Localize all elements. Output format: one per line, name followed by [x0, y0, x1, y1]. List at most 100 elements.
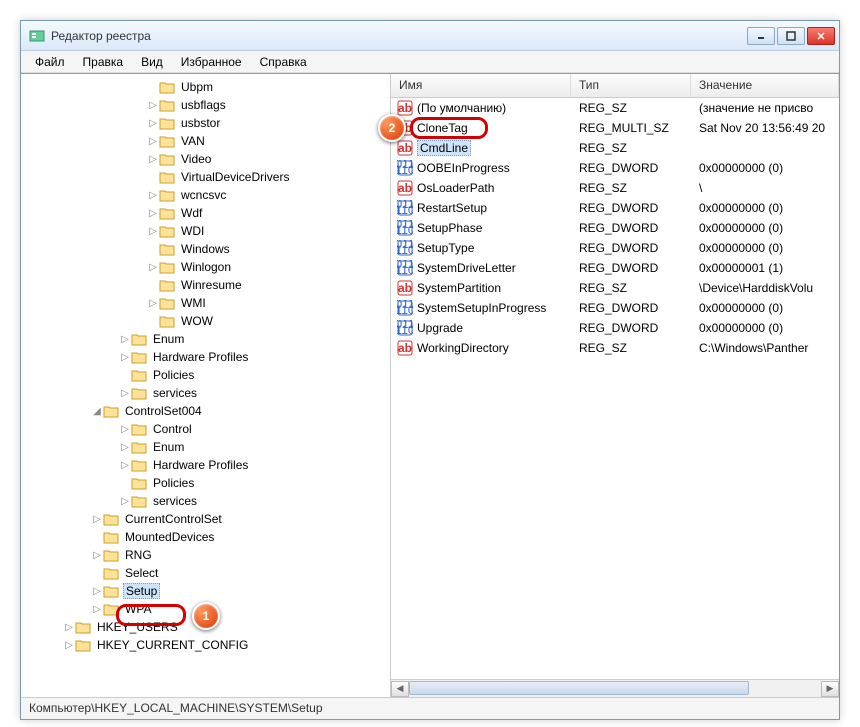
- menu-edit[interactable]: Правка: [75, 53, 132, 71]
- expander-icon[interactable]: ▷: [63, 640, 75, 651]
- tree-item[interactable]: ▷CurrentControlSet: [21, 510, 390, 528]
- tree-item[interactable]: ▷WMI: [21, 294, 390, 312]
- value-name: OOBEInProgress: [417, 161, 510, 175]
- minimize-button[interactable]: [747, 27, 775, 45]
- folder-icon: [131, 332, 147, 346]
- tree-item[interactable]: ◢ControlSet004: [21, 402, 390, 420]
- tree-item[interactable]: ▷HKEY_CURRENT_CONFIG: [21, 636, 390, 654]
- list-row[interactable]: 011110RestartSetupREG_DWORD0x00000000 (0…: [391, 198, 839, 218]
- svg-text:110: 110: [397, 323, 413, 336]
- svg-text:110: 110: [397, 203, 413, 216]
- tree-item[interactable]: ▷services: [21, 492, 390, 510]
- svg-text:110: 110: [397, 223, 413, 236]
- tree-item[interactable]: ▷Control: [21, 420, 390, 438]
- menu-view[interactable]: Вид: [133, 53, 171, 71]
- col-header-value[interactable]: Значение: [691, 74, 839, 97]
- expander-icon[interactable]: ▷: [147, 136, 159, 147]
- expander-icon[interactable]: ▷: [119, 424, 131, 435]
- scroll-left-button[interactable]: ◀: [391, 681, 409, 697]
- list-row[interactable]: abCloneTagREG_MULTI_SZSat Nov 20 13:56:4…: [391, 118, 839, 138]
- expander-icon[interactable]: ▷: [147, 118, 159, 129]
- expander-icon[interactable]: ▷: [119, 496, 131, 507]
- col-header-type[interactable]: Тип: [571, 74, 691, 97]
- list-row[interactable]: 011110SetupTypeREG_DWORD0x00000000 (0): [391, 238, 839, 258]
- expander-icon[interactable]: ▷: [147, 262, 159, 273]
- tree-item[interactable]: ▷Setup: [21, 582, 390, 600]
- list-header[interactable]: Имя Тип Значение: [391, 74, 839, 98]
- horizontal-scrollbar[interactable]: ◀ ▶: [391, 679, 839, 697]
- tree-item[interactable]: ▷ Enum: [21, 330, 390, 348]
- list-body[interactable]: ab(По умолчанию)REG_SZ(значение не присв…: [391, 98, 839, 679]
- expander-icon[interactable]: ▷: [91, 604, 103, 615]
- string-value-icon: ab: [397, 100, 413, 116]
- menu-help[interactable]: Справка: [252, 53, 315, 71]
- value-name: CloneTag: [417, 121, 468, 135]
- list-row[interactable]: ab(По умолчанию)REG_SZ(значение не присв…: [391, 98, 839, 118]
- tree-item[interactable]: ▷usbstor: [21, 114, 390, 132]
- expander-icon[interactable]: ▷: [147, 154, 159, 165]
- list-row[interactable]: 011110SystemDriveLetterREG_DWORD0x000000…: [391, 258, 839, 278]
- expander-icon[interactable]: ▷: [119, 442, 131, 453]
- tree-item[interactable]: ▷Video: [21, 150, 390, 168]
- expander-icon[interactable]: ▷: [63, 622, 75, 633]
- tree-item[interactable]: Policies: [21, 366, 390, 384]
- tree-item[interactable]: MountedDevices: [21, 528, 390, 546]
- list-row[interactable]: abCmdLineREG_SZ: [391, 138, 839, 158]
- folder-icon: [159, 296, 175, 310]
- list-row[interactable]: 011110UpgradeREG_DWORD0x00000000 (0): [391, 318, 839, 338]
- expander-icon[interactable]: ▷: [119, 334, 131, 345]
- expander-icon[interactable]: ▷: [147, 190, 159, 201]
- expander-icon[interactable]: ▷: [119, 388, 131, 399]
- col-header-name[interactable]: Имя: [391, 74, 571, 97]
- value-type: REG_MULTI_SZ: [571, 121, 691, 135]
- value-data: 0x00000001 (1): [691, 261, 839, 275]
- expander-icon[interactable]: ▷: [147, 226, 159, 237]
- tree-item[interactable]: ▷Hardware Profiles: [21, 456, 390, 474]
- expander-icon[interactable]: ◢: [91, 406, 103, 417]
- tree-item[interactable]: ▷Hardware Profiles: [21, 348, 390, 366]
- tree-item[interactable]: Winresume: [21, 276, 390, 294]
- tree-item-label: usbflags: [179, 98, 228, 112]
- menu-favorites[interactable]: Избранное: [173, 53, 250, 71]
- tree-item-label: Enum: [151, 332, 186, 346]
- expander-icon[interactable]: ▷: [147, 298, 159, 309]
- tree-item[interactable]: ▷VAN: [21, 132, 390, 150]
- expander-icon[interactable]: ▷: [91, 586, 103, 597]
- tree-item[interactable]: VirtualDeviceDrivers: [21, 168, 390, 186]
- tree-item-label: Windows: [179, 242, 232, 256]
- folder-icon: [159, 170, 175, 184]
- menu-file[interactable]: Файл: [27, 53, 73, 71]
- tree-item[interactable]: ▷Enum: [21, 438, 390, 456]
- value-data: 0x00000000 (0): [691, 321, 839, 335]
- expander-icon[interactable]: ▷: [119, 460, 131, 471]
- tree-item[interactable]: WOW: [21, 312, 390, 330]
- tree-item[interactable]: ▷WDI: [21, 222, 390, 240]
- tree-item[interactable]: ▷ usbflags: [21, 96, 390, 114]
- scroll-right-button[interactable]: ▶: [821, 681, 839, 697]
- list-row[interactable]: abWorkingDirectoryREG_SZC:\Windows\Panth…: [391, 338, 839, 358]
- tree-item[interactable]: Select: [21, 564, 390, 582]
- list-row[interactable]: abSystemPartitionREG_SZ\Device\HarddiskV…: [391, 278, 839, 298]
- expander-icon[interactable]: ▷: [91, 514, 103, 525]
- tree-item[interactable]: Ubpm: [21, 78, 390, 96]
- expander-icon[interactable]: ▷: [119, 352, 131, 363]
- list-row[interactable]: 011110SetupPhaseREG_DWORD0x00000000 (0): [391, 218, 839, 238]
- tree-item[interactable]: ▷services: [21, 384, 390, 402]
- titlebar[interactable]: Редактор реестра: [21, 21, 839, 51]
- tree-item[interactable]: ▷Winlogon: [21, 258, 390, 276]
- expander-icon[interactable]: ▷: [147, 100, 159, 111]
- scroll-track[interactable]: [409, 681, 821, 697]
- expander-icon[interactable]: ▷: [147, 208, 159, 219]
- tree-item[interactable]: Policies: [21, 474, 390, 492]
- scroll-thumb[interactable]: [409, 681, 749, 695]
- close-button[interactable]: [807, 27, 835, 45]
- list-row[interactable]: abOsLoaderPathREG_SZ\: [391, 178, 839, 198]
- tree-item[interactable]: Windows: [21, 240, 390, 258]
- tree-item[interactable]: ▷Wdf: [21, 204, 390, 222]
- list-row[interactable]: 011110SystemSetupInProgressREG_DWORD0x00…: [391, 298, 839, 318]
- tree-item[interactable]: ▷wcncsvc: [21, 186, 390, 204]
- tree-item[interactable]: ▷RNG: [21, 546, 390, 564]
- expander-icon[interactable]: ▷: [91, 550, 103, 561]
- maximize-button[interactable]: [777, 27, 805, 45]
- list-row[interactable]: 011110OOBEInProgressREG_DWORD0x00000000 …: [391, 158, 839, 178]
